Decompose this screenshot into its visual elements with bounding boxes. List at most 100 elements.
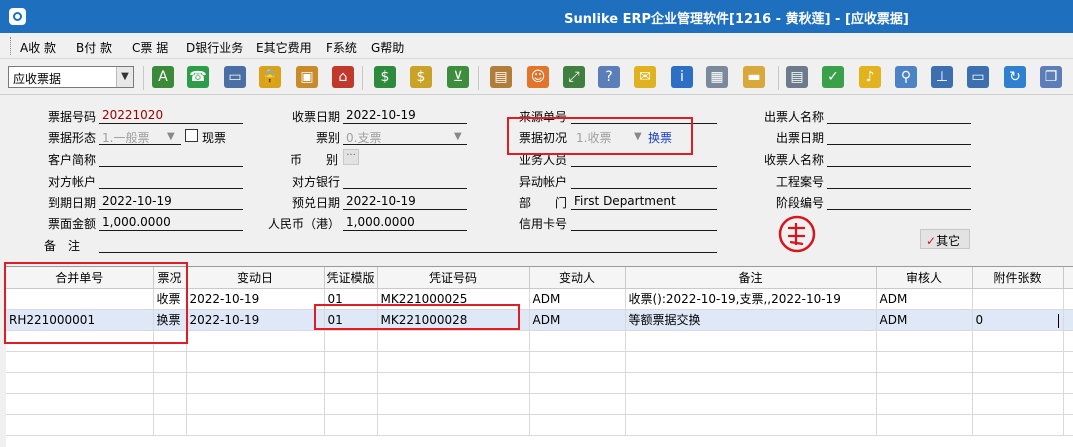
- mail-icon[interactable]: ✉: [634, 66, 656, 88]
- menu-notes[interactable]: C票 据: [132, 39, 168, 56]
- column-header[interactable]: 附件张数: [972, 267, 1064, 289]
- currency-picker-button[interactable]: ···: [343, 149, 359, 165]
- clipboard-icon[interactable]: ▤: [490, 66, 512, 88]
- menu-system[interactable]: F系统: [326, 39, 357, 56]
- counter-bank-field[interactable]: [343, 171, 467, 189]
- menu-help[interactable]: G帮助: [371, 39, 404, 56]
- column-header[interactable]: 备注: [625, 267, 877, 289]
- toolbar-separator: [778, 66, 779, 90]
- check-icon[interactable]: ✓: [822, 66, 844, 88]
- rmb-label: 人民币（港）: [267, 217, 340, 231]
- note-type-label: 票别: [315, 131, 340, 145]
- money-bag-icon[interactable]: $: [410, 66, 432, 88]
- receive-date-field[interactable]: 2022-10-19: [343, 106, 467, 124]
- note-no-field[interactable]: 20221020: [99, 106, 243, 124]
- calculator-icon[interactable]: ▦: [706, 66, 728, 88]
- note-type-select[interactable]: 0.支票: [343, 127, 467, 145]
- chevron-down-icon[interactable]: ▼: [116, 67, 133, 87]
- computer-icon[interactable]: ▭: [224, 66, 246, 88]
- org-chart-icon[interactable]: ⊥: [931, 66, 953, 88]
- window-title: Sunlike ERP企业管理软件[1216 - 黄秋莲] - [应收票据]: [564, 12, 909, 27]
- home-icon[interactable]: ⌂: [332, 66, 354, 88]
- info-icon[interactable]: i: [671, 66, 693, 88]
- table-cell[interactable]: 收票():2022-10-19,支票,,2022-10-19: [625, 288, 877, 310]
- doc-type-value: 应收票据: [13, 72, 62, 86]
- table-cell[interactable]: ADM: [876, 288, 973, 310]
- table-cell[interactable]: [1063, 309, 1073, 331]
- table-cell[interactable]: ADM: [876, 309, 973, 331]
- project-no-label: 工程案号: [775, 175, 824, 189]
- due-date-field[interactable]: 2022-10-19: [99, 192, 243, 210]
- search-icon[interactable]: ⚲: [895, 66, 917, 88]
- menu-receipts[interactable]: A收 款: [20, 39, 56, 56]
- table-cell[interactable]: 2022-10-19: [186, 288, 325, 310]
- table-row[interactable]: [6, 372, 1073, 394]
- rmb-field[interactable]: 1,000.0000: [343, 213, 467, 231]
- bell-icon[interactable]: ♪: [859, 66, 881, 88]
- department-field[interactable]: First Department: [571, 192, 717, 210]
- briefcase-icon[interactable]: ▣: [296, 66, 318, 88]
- expected-date-field[interactable]: 2022-10-19: [343, 192, 467, 210]
- other-button[interactable]: ✓其它: [920, 229, 970, 249]
- transfer-account-field[interactable]: [571, 171, 717, 189]
- phone-icon[interactable]: ☎: [187, 66, 209, 88]
- draw-date-label: 出票日期: [775, 131, 824, 145]
- receive-date-label: 收票日期: [291, 110, 340, 124]
- table-row[interactable]: [6, 414, 1073, 436]
- other-button-label: 其它: [936, 234, 961, 248]
- payee-name-field[interactable]: [827, 149, 971, 167]
- table-cell[interactable]: [1063, 288, 1073, 310]
- users-icon[interactable]: ☺: [527, 66, 549, 88]
- lock-icon[interactable]: 🔒: [259, 66, 281, 88]
- table-cell[interactable]: ADM: [529, 309, 626, 331]
- link-icon[interactable]: ⤢: [563, 66, 585, 88]
- toolbar: 应收票据 ▼ A ☎ ▭ 🔒 ▣ ⌂ $ $ ⊻ ▤ ☺ ⤢? ✉ i ▦ ▬ ▤ ✓ ♪ ⚲ ⊥ ▭ ↻ ❐: [0, 60, 1073, 95]
- refresh-icon[interactable]: ↻: [1004, 66, 1026, 88]
- project-no-field[interactable]: [827, 171, 971, 189]
- remark-field[interactable]: [99, 235, 717, 253]
- draw-date-field[interactable]: [827, 127, 971, 145]
- toolbar-separator: [362, 66, 363, 90]
- table-cell[interactable]: [972, 288, 1064, 310]
- cart-icon[interactable]: ⊻: [447, 66, 469, 88]
- note-type-dropdown-icon[interactable]: ▼: [454, 131, 462, 142]
- monitor-icon[interactable]: ▭: [967, 66, 989, 88]
- table-cell[interactable]: ADM: [529, 288, 626, 310]
- column-header[interactable]: 凭证模版: [324, 267, 378, 289]
- highlight-merge-status: [4, 262, 188, 344]
- drawer-name-field[interactable]: [827, 106, 971, 124]
- spellcheck-icon[interactable]: A: [152, 66, 174, 88]
- column-header[interactable]: 变动日: [186, 267, 325, 289]
- note-form-dropdown-icon[interactable]: ▼: [167, 131, 175, 142]
- windows-icon[interactable]: ❐: [1040, 66, 1062, 88]
- dollar-icon[interactable]: $: [374, 66, 396, 88]
- menu-other-fees[interactable]: E其它费用: [256, 39, 312, 56]
- menu-bar: A收 款 B付 款 C票 据 D银行业务 E其它费用 F系统 G帮助: [0, 33, 1073, 59]
- help-doc-icon[interactable]: ?: [598, 66, 620, 88]
- customer-field[interactable]: [99, 149, 243, 167]
- column-header[interactable]: 凭证号码: [377, 267, 530, 289]
- table-row[interactable]: [6, 351, 1073, 373]
- stage-no-field[interactable]: [827, 192, 971, 210]
- table-row[interactable]: [6, 393, 1073, 415]
- column-header[interactable]: 说: [1063, 267, 1073, 289]
- face-amount-label: 票面金额: [47, 217, 96, 231]
- counter-account-field[interactable]: [99, 171, 243, 189]
- customer-label: 客户简称: [47, 153, 96, 167]
- credit-card-field[interactable]: [571, 213, 717, 231]
- folder-icon[interactable]: ▬: [743, 66, 765, 88]
- report-icon[interactable]: ▤: [786, 66, 808, 88]
- table-cell[interactable]: 0: [972, 309, 1064, 331]
- menu-bank[interactable]: D银行业务: [186, 39, 243, 56]
- drawer-name-label: 出票人名称: [763, 110, 824, 124]
- face-amount-field[interactable]: 1,000.0000: [99, 213, 243, 231]
- remark-label: 备 注: [44, 239, 81, 253]
- text-caret: [1058, 314, 1059, 328]
- table-cell[interactable]: 2022-10-19: [186, 309, 325, 331]
- table-cell[interactable]: 等额票据交换: [625, 309, 877, 331]
- menu-payments[interactable]: B付 款: [76, 39, 112, 56]
- column-header[interactable]: 审核人: [876, 267, 973, 289]
- cash-note-checkbox[interactable]: [185, 129, 198, 142]
- doc-type-select[interactable]: 应收票据 ▼: [8, 66, 134, 88]
- column-header[interactable]: 变动人: [529, 267, 626, 289]
